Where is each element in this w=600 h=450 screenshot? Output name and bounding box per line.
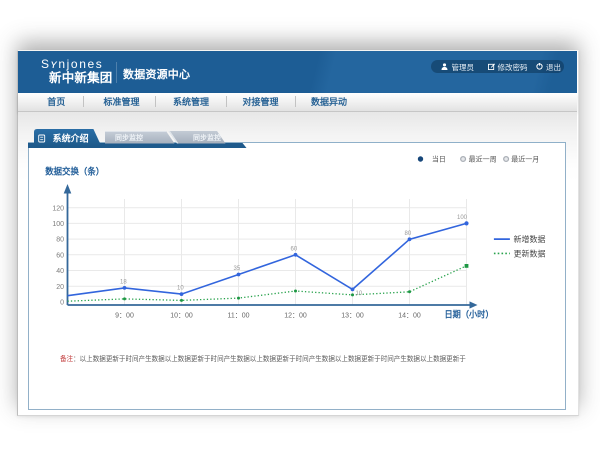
svg-text:80: 80 [56,237,64,244]
svg-text:13：00: 13：00 [341,313,364,320]
svg-text:100: 100 [52,221,64,228]
svg-text:60: 60 [290,246,297,252]
svg-text:40: 40 [56,268,64,275]
svg-text:同步监控: 同步监控 [193,133,221,142]
svg-text:20: 20 [56,284,64,291]
svg-text:100: 100 [457,215,468,221]
svg-text:10: 10 [355,291,362,297]
svg-text:新增数据: 新增数据 [513,234,545,244]
svg-text:系统介绍: 系统介绍 [53,133,89,144]
svg-text:80: 80 [404,231,411,237]
svg-text:当日: 当日 [431,155,445,164]
svg-text:9：00: 9：00 [115,313,134,320]
svg-text:同步监控: 同步监控 [115,133,143,142]
svg-text:11：00: 11：00 [227,313,249,320]
svg-text:60: 60 [56,252,64,259]
svg-text:120: 120 [52,205,64,212]
svg-text:0: 0 [60,300,64,307]
svg-text:10：00: 10：00 [170,313,193,320]
svg-text:10: 10 [177,286,184,292]
svg-text:数据交换（条）: 数据交换（条） [45,166,104,177]
svg-text:最近一周: 最近一周 [468,155,496,164]
svg-text:日期（小时）: 日期（小时） [444,309,493,320]
svg-text:12：00: 12：00 [284,313,307,320]
svg-text:更新数据: 更新数据 [513,248,545,258]
svg-text:18: 18 [120,280,127,286]
svg-text:最近一月: 最近一月 [511,155,539,164]
svg-text:14：00: 14：00 [398,313,421,320]
svg-text:35: 35 [233,266,240,272]
